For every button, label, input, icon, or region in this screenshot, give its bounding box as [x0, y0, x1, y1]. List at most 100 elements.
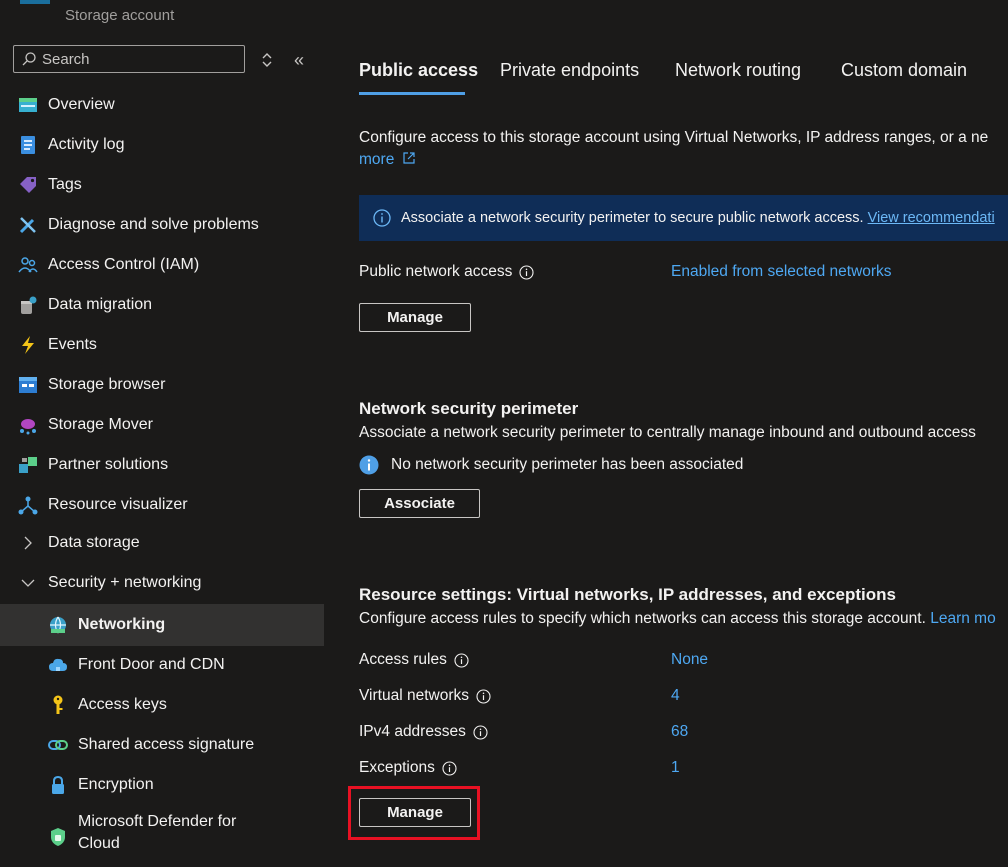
sidebar-item-label: Data storage: [48, 534, 140, 551]
search-placeholder: Search: [42, 50, 90, 68]
collapse-sidebar-icon[interactable]: «: [294, 50, 314, 70]
description-text: Configure access rules to specify which …: [359, 610, 926, 627]
sidebar-item-label: Access keys: [78, 696, 167, 713]
sidebar-item-label: Data migration: [48, 296, 153, 313]
sidebar-item-resource-visualizer[interactable]: Resource visualizer: [0, 485, 324, 525]
virtual-networks-label: Virtual networks: [359, 687, 491, 705]
tab-public-access[interactable]: Public access: [359, 60, 478, 96]
public-network-access-value[interactable]: Enabled from selected networks: [671, 263, 892, 281]
access-rules-label: Access rules: [359, 651, 469, 669]
view-recommendations-link[interactable]: View recommendati: [868, 210, 995, 226]
sidebar-item-defender[interactable]: Microsoft Defender for Cloud: [0, 812, 324, 862]
nsp-section-title: Network security perimeter: [359, 399, 579, 418]
ipv4-addresses-label: IPv4 addresses: [359, 723, 488, 741]
sidebar-item-access-keys[interactable]: Access keys: [0, 685, 324, 725]
learn-more-link[interactable]: more: [359, 149, 415, 171]
info-icon[interactable]: [454, 652, 469, 668]
sidebar-item-activity-log[interactable]: Activity log: [0, 125, 324, 165]
tab-private-endpoints[interactable]: Private endpoints: [500, 60, 639, 96]
sidebar-item-shared-access-signature[interactable]: Shared access signature: [0, 725, 324, 765]
shield-icon: [48, 827, 68, 847]
public-access-description: Configure access to this storage account…: [359, 129, 989, 146]
visualizer-icon: [18, 495, 38, 515]
sidebar-item-label: Storage Mover: [48, 416, 153, 433]
key-icon: [48, 695, 68, 715]
nsp-status: No network security perimeter has been a…: [359, 455, 743, 475]
sidebar-item-label: Encryption: [78, 776, 154, 793]
public-network-access-label: Public network access: [359, 263, 534, 281]
info-icon[interactable]: [476, 688, 491, 704]
sidebar-item-overview[interactable]: Overview: [0, 85, 324, 125]
chevron-right-icon: [24, 536, 32, 550]
resource-settings-description: Configure access rules to specify which …: [359, 610, 996, 628]
manage-public-access-button[interactable]: Manage: [359, 303, 471, 332]
sidebar-item-tags[interactable]: Tags: [0, 165, 324, 205]
sort-icon[interactable]: [258, 50, 276, 70]
data-migration-icon: [18, 295, 38, 315]
sidebar-item-diagnose[interactable]: Diagnose and solve problems: [0, 205, 324, 245]
people-icon: [18, 255, 38, 275]
ipv4-addresses-value[interactable]: 68: [671, 723, 688, 741]
active-tab-indicator: [359, 92, 465, 95]
sidebar-item-partner-solutions[interactable]: Partner solutions: [0, 445, 324, 485]
storage-mover-icon: [18, 415, 38, 435]
field-label: IPv4 addresses: [359, 723, 466, 740]
sidebar-item-label: Shared access signature: [78, 736, 255, 753]
sidebar-item-label: Security + networking: [48, 574, 202, 591]
lock-icon: [48, 775, 68, 795]
chevron-down-icon: [21, 579, 35, 587]
tab-network-routing[interactable]: Network routing: [675, 60, 801, 96]
sidebar-group-security-networking[interactable]: Security + networking: [0, 563, 324, 603]
access-rules-value[interactable]: None: [671, 651, 708, 669]
sidebar-item-front-door[interactable]: Front Door and CDN: [0, 645, 324, 685]
sidebar-item-label: Diagnose and solve problems: [48, 216, 259, 233]
external-link-icon: [403, 152, 415, 164]
partner-icon: [18, 455, 38, 475]
exceptions-value[interactable]: 1: [671, 759, 680, 777]
info-filled-icon: [359, 455, 379, 475]
field-label: Public network access: [359, 263, 513, 280]
tab-custom-domain[interactable]: Custom domain: [841, 60, 967, 96]
exceptions-label: Exceptions: [359, 759, 457, 777]
field-label: Exceptions: [359, 759, 435, 776]
nsp-status-text: No network security perimeter has been a…: [391, 456, 744, 473]
info-icon[interactable]: [519, 264, 534, 280]
networking-icon: [48, 615, 68, 635]
search-icon: [22, 52, 36, 66]
resource-settings-title: Resource settings: Virtual networks, IP …: [359, 585, 896, 604]
info-icon[interactable]: [473, 724, 488, 740]
sidebar-item-label: Tags: [48, 176, 82, 193]
nsp-recommendation-banner: Associate a network security perimeter t…: [359, 195, 1008, 241]
sidebar-item-encryption[interactable]: Encryption: [0, 765, 324, 805]
wrench-icon: [18, 215, 38, 235]
field-label: Virtual networks: [359, 687, 469, 704]
sidebar-item-label: Networking: [78, 616, 166, 633]
sidebar-item-networking[interactable]: Networking: [0, 604, 324, 646]
search-input[interactable]: Search: [13, 45, 245, 73]
sidebar-item-label: Overview: [48, 96, 115, 113]
sidebar-item-label: Access Control (IAM): [48, 256, 200, 273]
learn-more-link[interactable]: Learn mo: [930, 610, 995, 627]
cloud-icon: [48, 655, 68, 675]
field-label: Access rules: [359, 651, 447, 668]
banner-text: Associate a network security perimeter t…: [401, 210, 864, 226]
sidebar-item-label: Events: [48, 336, 97, 353]
associate-button[interactable]: Associate: [359, 489, 480, 518]
virtual-networks-value[interactable]: 4: [671, 687, 680, 705]
sidebar-item-data-migration[interactable]: Data migration: [0, 285, 324, 325]
sidebar-item-label: Front Door and CDN: [78, 656, 225, 673]
sidebar-item-label: Activity log: [48, 136, 125, 153]
info-icon[interactable]: [442, 760, 457, 776]
sidebar-item-events[interactable]: Events: [0, 325, 324, 365]
sidebar-group-data-storage[interactable]: Data storage: [0, 523, 324, 563]
sidebar: Storage account Search « Overview Activi…: [0, 0, 324, 867]
overview-icon: [18, 95, 38, 115]
storage-account-icon: [20, 0, 50, 4]
activity-log-icon: [18, 135, 38, 155]
highlight-annotation: [348, 786, 480, 840]
sidebar-item-storage-mover[interactable]: Storage Mover: [0, 405, 324, 445]
sidebar-item-iam[interactable]: Access Control (IAM): [0, 245, 324, 285]
main-content: Public access Private endpoints Network …: [324, 0, 1008, 867]
sidebar-item-storage-browser[interactable]: Storage browser: [0, 365, 324, 405]
resource-type-label: Storage account: [65, 7, 175, 24]
